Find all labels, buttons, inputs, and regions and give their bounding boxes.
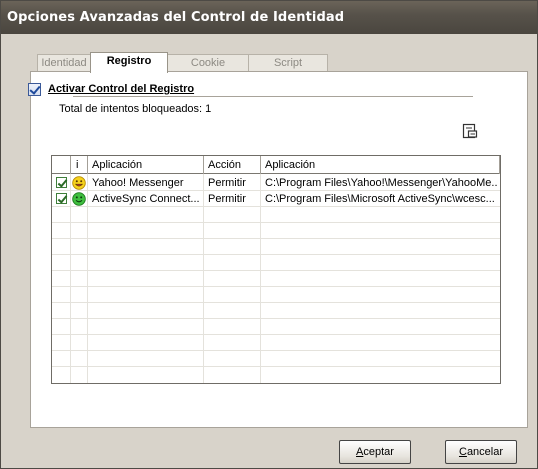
green-smiley-icon <box>72 192 86 206</box>
section-divider <box>73 96 473 97</box>
cancel-label: ancelar <box>466 446 504 458</box>
accept-button[interactable]: Aceptar <box>339 440 411 464</box>
header-check[interactable] <box>52 156 71 174</box>
app-path: C:\Program Files\Yahoo!\Messenger\YahooM… <box>265 177 498 189</box>
app-action: Permitir <box>208 193 246 205</box>
applications-table[interactable]: i Aplicación Acción Aplicación Yahoo! Me… <box>51 155 501 384</box>
export-list-icon[interactable] <box>461 122 479 140</box>
tab-cookie[interactable]: Cookie <box>167 54 249 72</box>
row-divider <box>52 350 500 351</box>
row-divider <box>52 238 500 239</box>
tab-registro[interactable]: Registro <box>90 52 168 73</box>
table-row[interactable]: ActiveSync Connect... Permitir C:\Progra… <box>52 191 500 207</box>
header-info[interactable]: i <box>71 156 88 174</box>
row-divider <box>52 222 500 223</box>
table-row[interactable]: Yahoo! Messenger Permitir C:\Program Fil… <box>52 175 500 191</box>
dialog-body: Identidad Registro Cookie Script Activar… <box>5 34 533 466</box>
cancel-mnemonic: C <box>458 446 467 458</box>
enable-registry-checkbox[interactable] <box>28 83 41 96</box>
tab-identidad[interactable]: Identidad <box>37 54 91 72</box>
row-checkbox[interactable] <box>56 193 67 204</box>
row-divider <box>52 318 500 319</box>
row-divider <box>52 366 500 367</box>
tab-script[interactable]: Script <box>248 54 328 72</box>
row-divider <box>52 254 500 255</box>
row-divider <box>52 334 500 335</box>
dialog-window: Opciones Avanzadas del Control de Identi… <box>0 0 538 469</box>
row-divider <box>52 270 500 271</box>
window-title: Opciones Avanzadas del Control de Identi… <box>1 1 537 34</box>
table-header: i Aplicación Acción Aplicación <box>52 156 500 174</box>
yellow-smiley-icon <box>72 176 86 190</box>
header-action[interactable]: Acción <box>204 156 261 174</box>
row-checkbox[interactable] <box>56 177 67 188</box>
app-action: Permitir <box>208 177 246 189</box>
blocked-total-text: Total de intentos bloqueados: 1 <box>59 103 212 115</box>
accept-label: ceptar <box>363 446 394 458</box>
app-path: C:\Program Files\Microsoft ActiveSync\wc… <box>265 193 495 205</box>
app-name: ActiveSync Connect... <box>92 193 200 205</box>
app-name: Yahoo! Messenger <box>92 177 184 189</box>
enable-registry-label: Activar Control del Registro <box>48 83 195 95</box>
cancel-button[interactable]: Cancelar <box>445 440 517 464</box>
header-application[interactable]: Aplicación <box>88 156 204 174</box>
row-divider <box>52 286 500 287</box>
header-path[interactable]: Aplicación <box>261 156 500 174</box>
row-divider <box>52 302 500 303</box>
